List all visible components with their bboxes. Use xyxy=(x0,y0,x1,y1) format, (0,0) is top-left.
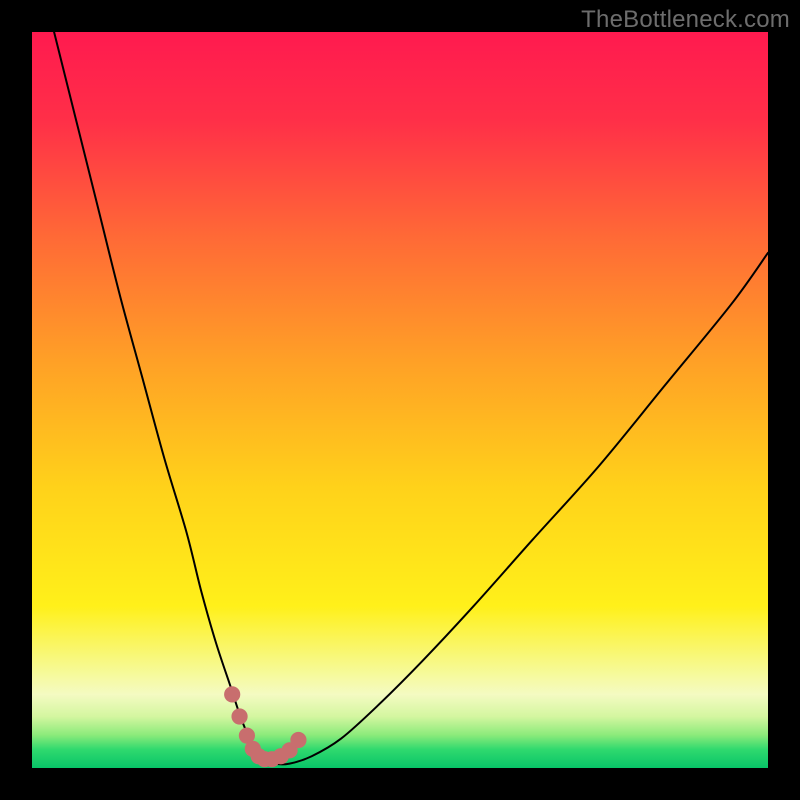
trough-markers xyxy=(224,686,306,767)
trough-marker xyxy=(224,686,240,702)
watermark-text: TheBottleneck.com xyxy=(581,6,790,34)
bottleneck-curve xyxy=(54,32,768,764)
curve-layer xyxy=(32,32,768,768)
trough-marker xyxy=(290,732,306,748)
plot-area xyxy=(32,32,768,768)
chart-frame: TheBottleneck.com xyxy=(0,0,800,800)
trough-marker xyxy=(231,708,247,724)
